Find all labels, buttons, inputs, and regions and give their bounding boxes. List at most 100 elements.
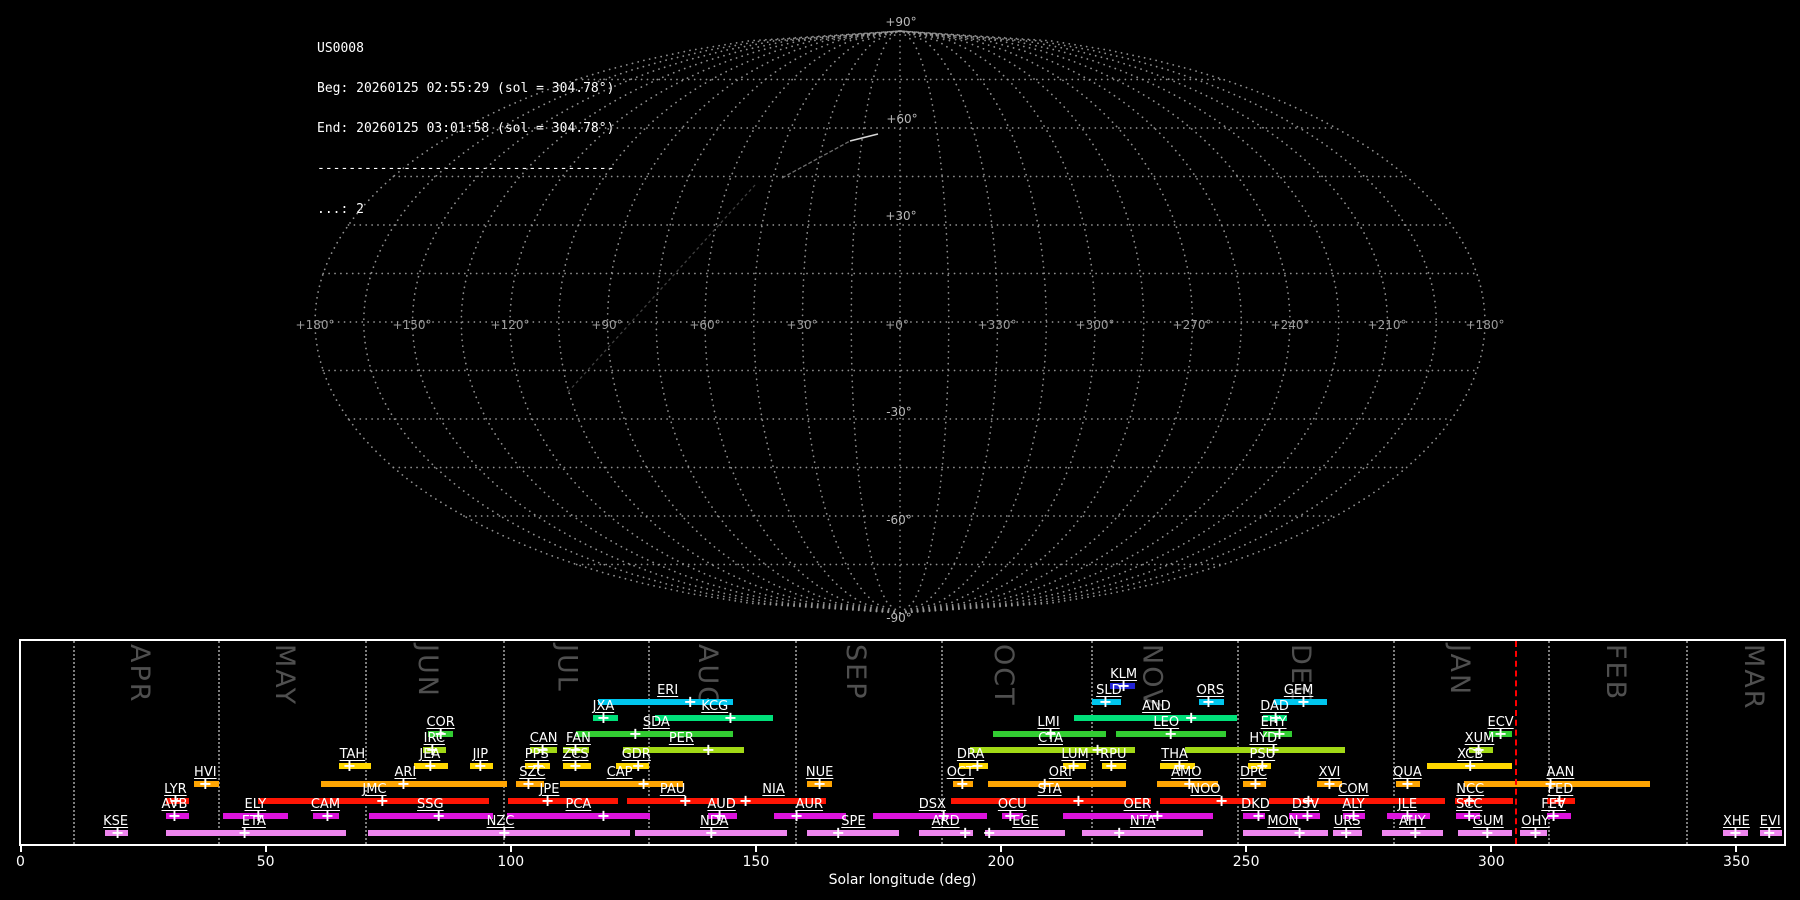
shower-bar-ETA	[165, 830, 346, 836]
longitude-label: +120°	[490, 318, 530, 332]
month-label-FEB: FEB	[1599, 644, 1631, 702]
shower-peak-JPE: +	[540, 791, 555, 810]
shower-bar-PAU	[627, 798, 719, 804]
shower-peak-NTA: +	[1112, 823, 1126, 842]
shower-peak-ETA: +	[237, 823, 252, 842]
meteor-trail	[567, 184, 756, 393]
month-gridline-APR	[73, 641, 76, 844]
shower-peak-STA: +	[1071, 791, 1086, 810]
month-label-JUL: JUL	[551, 644, 583, 693]
longitude-label: +330°	[977, 318, 1017, 332]
shower-peak-EGE: +	[982, 823, 996, 842]
meteor-trail	[849, 133, 879, 142]
shower-peak-AVB: +	[167, 806, 182, 825]
x-ticklabel-350: 350	[1723, 854, 1750, 870]
shower-peak-AHY: +	[1408, 823, 1422, 842]
shower-peak-LEO: +	[1163, 724, 1178, 743]
shower-peak-NDA: +	[704, 823, 718, 842]
latitude-label: -30°	[886, 405, 912, 419]
shower-bar-SDA	[576, 731, 734, 737]
shower-label-PCA: PCA	[565, 797, 592, 812]
shower-peak-ARD: +	[958, 823, 972, 842]
shower-peak-ERI: +	[683, 692, 697, 711]
shower-peak-URS: +	[1339, 823, 1353, 842]
shower-peak-KSE: +	[110, 823, 125, 842]
latitude-label: +30°	[885, 209, 917, 223]
month-gridline-MAR	[1686, 641, 1689, 844]
shower-label-ERI: ERI	[657, 683, 679, 698]
shower-bar-NTA	[1082, 830, 1204, 836]
shower-peak-JIP: +	[473, 756, 488, 775]
shower-label-PER: PER	[668, 731, 694, 746]
longitude-label: +210°	[1367, 318, 1407, 332]
shower-peak-OCT: +	[955, 774, 969, 793]
shower-peak-ARI: +	[396, 774, 411, 793]
x-tickmark-200	[1000, 844, 1003, 852]
shower-bar-STA	[950, 798, 1151, 804]
shower-peak-SSG: +	[431, 806, 446, 825]
shower-peak-CAM: +	[320, 806, 335, 825]
shower-peak-RPU: +	[1104, 756, 1119, 775]
x-axis-title: Solar longitude (deg)	[828, 872, 977, 888]
longitude-label: +30°	[786, 318, 818, 332]
shower-peak-SLD: +	[1098, 692, 1113, 711]
meridian-line	[899, 30, 1389, 614]
shower-label-NTA: NTA	[1129, 814, 1156, 829]
shower-peak-KCG: +	[723, 708, 738, 727]
shower-bar-SSG	[368, 813, 493, 819]
shower-peak-MON: +	[1292, 823, 1307, 842]
longitude-label: +90°	[591, 318, 623, 332]
shower-peak-DSV: +	[1300, 806, 1315, 825]
shower-label-AND: AND	[1142, 699, 1171, 714]
x-tickmark-100	[509, 844, 512, 852]
shower-peak-XVI: +	[1322, 774, 1337, 793]
month-gridline-DEC	[1237, 641, 1240, 844]
latitude-label: +60°	[886, 112, 918, 126]
shower-peak-HVI: +	[198, 774, 213, 793]
longitude-label: +180°	[295, 318, 335, 332]
shower-bar-AUR	[773, 813, 846, 819]
shower-peak-PCA: +	[596, 806, 611, 825]
shower-peak-NUE: +	[812, 774, 827, 793]
meteor-observation-plot: US0008 Beg: 20260125 02:55:29 (sol = 304…	[0, 0, 1800, 900]
shower-label-NIA: NIA	[762, 782, 785, 797]
month-label-SEP: SEP	[839, 644, 871, 701]
shower-peak-GDR: +	[631, 756, 645, 775]
current-sol-line	[1514, 641, 1517, 844]
shower-peak-SDA: +	[628, 724, 642, 743]
shower-peak-JXA: +	[596, 708, 611, 727]
longitude-label: +60°	[689, 318, 721, 332]
latitude-label: -60°	[886, 513, 912, 527]
shower-label-STA: STA	[1037, 782, 1062, 797]
x-ticklabel-150: 150	[742, 854, 770, 870]
shower-label-COM: COM	[1338, 782, 1369, 797]
x-tickmark-150	[754, 844, 757, 852]
shower-peak-GEM: +	[1296, 692, 1311, 711]
month-label-APR: APR	[124, 644, 156, 704]
shower-peak-PAU: +	[678, 791, 692, 810]
shower-peak-NOO: +	[1214, 791, 1229, 810]
x-tickmark-50	[264, 844, 267, 852]
shower-peak-ECV: +	[1493, 724, 1508, 743]
shower-peak-SPE: +	[831, 823, 845, 842]
x-ticklabel-0: 0	[16, 854, 25, 870]
x-ticklabel-250: 250	[1232, 854, 1260, 870]
shower-label-SDA: SDA	[642, 715, 670, 730]
shower-label-ORI: ORI	[1048, 765, 1072, 780]
x-tickmark-300	[1490, 844, 1493, 852]
month-label-JUN: JUN	[411, 644, 443, 698]
shower-bar-KCG	[655, 715, 773, 721]
shower-label-EGE: EGE	[1012, 814, 1039, 829]
shower-peak-EVI: +	[1762, 823, 1776, 842]
longitude-label: +270°	[1172, 318, 1212, 332]
month-label-MAR: MAR	[1738, 644, 1770, 711]
shower-bar-DSX	[872, 813, 988, 819]
shower-label-CTA: CTA	[1038, 731, 1063, 746]
latitude-label: -90°	[886, 611, 912, 625]
shower-bar-MON	[1243, 830, 1328, 836]
shower-peak-JMC: +	[375, 791, 389, 810]
x-ticklabel-300: 300	[1477, 854, 1505, 870]
month-label-OCT: OCT	[987, 644, 1019, 707]
longitude-label: +0°	[885, 318, 909, 332]
longitude-label: +300°	[1075, 318, 1115, 332]
